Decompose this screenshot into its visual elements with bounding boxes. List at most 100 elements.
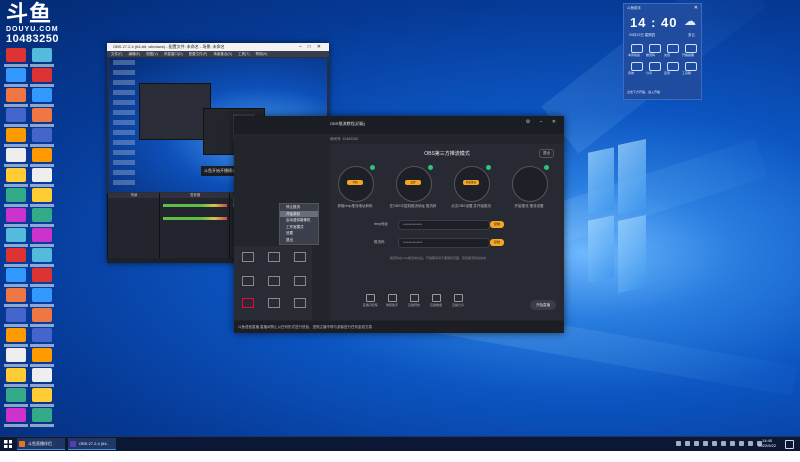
desktop-shortcut-icon[interactable] bbox=[32, 108, 52, 122]
tray-icon[interactable] bbox=[730, 441, 735, 446]
obs-menubar[interactable]: 文件(F) 编辑(E) 视图(V) 停靠窗口(D) 配置文件(P) 场景集合(S) 工具(T… bbox=[107, 51, 329, 57]
desktop-shortcut-icon[interactable] bbox=[32, 48, 52, 62]
desktop-shortcut-icon[interactable] bbox=[32, 208, 52, 222]
start-button[interactable] bbox=[4, 440, 12, 448]
desktop-shortcut-icon[interactable] bbox=[32, 328, 52, 342]
widget-tile-icon[interactable] bbox=[649, 44, 661, 53]
notification-icon[interactable] bbox=[785, 440, 794, 449]
obs-menu-item[interactable]: 编辑(E) bbox=[128, 52, 140, 56]
app-titlebar[interactable]: OBS推流教程(初级) ⚙ – ✕ bbox=[234, 116, 564, 134]
desktop-shortcut-icon[interactable] bbox=[6, 368, 26, 382]
rtmp-field[interactable]: ************** bbox=[398, 220, 490, 230]
obs-titlebar[interactable]: OBS 27.2.4 (64-bit, windows) - 配置文件: 未命名… bbox=[107, 43, 329, 51]
obs-menu-item[interactable]: 工具(T) bbox=[238, 52, 249, 56]
obs-context-menu[interactable]: 停止推流 开始录制 启动虚拟摄像机 工作室模式 设置 退出 bbox=[279, 203, 319, 245]
desktop-shortcut-icon[interactable] bbox=[32, 128, 52, 142]
widget-footer[interactable]: 点击下方开播，进入开播 bbox=[627, 90, 660, 94]
desktop-shortcut-label bbox=[4, 204, 28, 207]
tray-icon[interactable] bbox=[721, 441, 726, 446]
step-button[interactable]: 设置 bbox=[405, 180, 421, 185]
obs-menu-item[interactable]: 场景集合(S) bbox=[213, 52, 232, 56]
bottom-action[interactable]: 直播间管理 bbox=[360, 294, 380, 307]
app-window-controls[interactable]: ⚙ – ✕ bbox=[526, 119, 560, 125]
tray-icon[interactable] bbox=[694, 441, 699, 446]
obs-menu-item[interactable]: 配置文件(P) bbox=[189, 52, 208, 56]
desktop-shortcut-icon[interactable] bbox=[6, 308, 26, 322]
desktop-shortcut-label bbox=[4, 404, 28, 407]
bottom-action[interactable]: 直播预告 bbox=[404, 294, 424, 307]
taskbar-app[interactable]: OBS 27.2.4 (64-bit)... bbox=[68, 438, 116, 458]
desktop-shortcut-icon[interactable] bbox=[32, 148, 52, 162]
context-menu-item[interactable]: 退出 bbox=[280, 237, 318, 244]
widget-tile-icon[interactable] bbox=[631, 62, 643, 71]
taskbar-clock[interactable]: 14:40 2022/9/22 bbox=[758, 438, 776, 448]
desktop-shortcut-icon[interactable] bbox=[6, 148, 26, 162]
desktop-shortcut-icon[interactable] bbox=[6, 248, 26, 262]
widget-tile-icon[interactable] bbox=[667, 44, 679, 53]
desktop-shortcut-icon[interactable] bbox=[32, 88, 52, 102]
desktop-shortcut-icon[interactable] bbox=[32, 68, 52, 82]
desktop-shortcut-icon[interactable] bbox=[32, 408, 52, 422]
widget-tile-icon[interactable] bbox=[685, 62, 697, 71]
desktop-shortcut-icon[interactable] bbox=[6, 68, 26, 82]
desktop-shortcut-icon[interactable] bbox=[6, 208, 26, 222]
widget-tile-icon[interactable] bbox=[685, 44, 697, 53]
copy-key-button[interactable]: 复制 bbox=[490, 239, 504, 246]
widget-close-icon[interactable]: ✕ bbox=[694, 5, 698, 11]
volume-meter[interactable] bbox=[163, 217, 227, 220]
widget-tile-icon[interactable] bbox=[631, 44, 643, 53]
tray-icon[interactable] bbox=[685, 441, 690, 446]
taskbar-app[interactable]: 斗鱼直播伴侣 bbox=[17, 438, 65, 450]
volume-meter[interactable] bbox=[163, 204, 227, 207]
bottom-action[interactable]: 弹幕助手 bbox=[382, 294, 402, 307]
bottom-action[interactable]: 直播分享 bbox=[448, 294, 468, 307]
tray-icon[interactable] bbox=[748, 441, 753, 446]
desktop-shortcut-icon[interactable] bbox=[6, 128, 26, 142]
exit-button[interactable]: 退出 bbox=[539, 149, 554, 158]
obs-menu-item[interactable]: 文件(F) bbox=[111, 52, 122, 56]
scenes-dock[interactable]: 场景 bbox=[107, 193, 160, 263]
desktop-shortcut-icon[interactable] bbox=[32, 368, 52, 382]
obs-menu-item[interactable]: 视图(V) bbox=[146, 52, 158, 56]
desktop-shortcut-icon[interactable] bbox=[6, 48, 26, 62]
desktop-shortcut-icon[interactable] bbox=[6, 348, 26, 362]
desktop-shortcut-icon[interactable] bbox=[32, 348, 52, 362]
desktop-shortcut-icon[interactable] bbox=[32, 288, 52, 302]
desktop-shortcut-icon[interactable] bbox=[32, 268, 52, 282]
tray-icon[interactable] bbox=[703, 441, 708, 446]
widget-tile-icon[interactable] bbox=[649, 62, 661, 71]
desktop-shortcut-icon[interactable] bbox=[6, 388, 26, 402]
desktop-shortcut-icon[interactable] bbox=[6, 188, 26, 202]
douyu-assistant-widget[interactable]: 斗鱼助手 ✕ 14 : 40 ☁ 09月22日 星期四 多云 本周动态 推流码 充值… bbox=[623, 3, 702, 100]
copy-rtmp-button[interactable]: 复制 bbox=[490, 221, 504, 228]
step-button[interactable]: 开始推流 bbox=[463, 180, 479, 185]
start-live-button[interactable]: 开始直播 bbox=[530, 300, 556, 310]
obs-menu-item[interactable]: 帮助(H) bbox=[256, 52, 268, 56]
desktop-shortcut-icon[interactable] bbox=[6, 328, 26, 342]
bottom-action[interactable]: 直播数据 bbox=[426, 294, 446, 307]
app-title: OBS推流教程(初级) bbox=[330, 121, 366, 126]
window-controls[interactable]: –□✕ bbox=[299, 43, 327, 51]
desktop-shortcut-icon[interactable] bbox=[32, 188, 52, 202]
widget-tile-icon[interactable] bbox=[667, 62, 679, 71]
desktop-shortcut-icon[interactable] bbox=[6, 88, 26, 102]
app-left-tools[interactable] bbox=[234, 246, 312, 320]
tray-icon[interactable] bbox=[712, 441, 717, 446]
desktop-shortcut-icon[interactable] bbox=[32, 388, 52, 402]
step-button[interactable]: 复制 bbox=[347, 180, 363, 185]
tray-icon[interactable] bbox=[676, 441, 681, 446]
desktop-shortcut-icon[interactable] bbox=[32, 228, 52, 242]
desktop-shortcut-icon[interactable] bbox=[32, 248, 52, 262]
desktop-shortcut-icon[interactable] bbox=[6, 108, 26, 122]
desktop-shortcut-icon[interactable] bbox=[6, 288, 26, 302]
tray-icon[interactable] bbox=[739, 441, 744, 446]
desktop-shortcut-icon[interactable] bbox=[6, 268, 26, 282]
desktop-shortcut-icon[interactable] bbox=[6, 408, 26, 422]
obs-menu-item[interactable]: 停靠窗口(D) bbox=[164, 52, 183, 56]
desktop-shortcut-icon[interactable] bbox=[32, 308, 52, 322]
desktop-shortcut-icon[interactable] bbox=[32, 168, 52, 182]
desktop-shortcut-icon[interactable] bbox=[6, 168, 26, 182]
mixer-dock[interactable]: 混音器 bbox=[159, 193, 230, 263]
stream-key-field[interactable]: ************** bbox=[398, 238, 490, 248]
desktop-shortcut-icon[interactable] bbox=[6, 228, 26, 242]
